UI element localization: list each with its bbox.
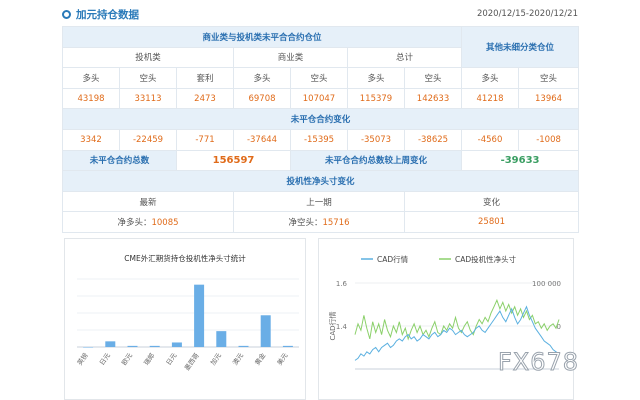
legend-label: CAD投机性净头寸 [455, 254, 517, 264]
y-left-tick: 1.4 [336, 323, 348, 331]
value-cell: 69708 [233, 87, 291, 110]
change-cell: -37644 [233, 128, 291, 151]
bar [260, 315, 271, 347]
date-range: 2020/12/15-2020/12/21 [476, 9, 578, 19]
change-cell: -15395 [290, 128, 348, 151]
net-values-row: 净多头：10085 净空头：15716 25801 [62, 211, 580, 233]
x-tick-label: 澳元 [230, 351, 245, 367]
change-cell: -4560 [461, 128, 520, 151]
x-tick-label: 美元 [275, 351, 290, 367]
change-cell: -22459 [119, 128, 177, 151]
watermark-logo: FX678 [497, 348, 580, 377]
col-header: 套利 [176, 67, 234, 89]
x-tick-label: 日元 [98, 351, 112, 367]
col-header: 空头 [119, 67, 177, 89]
net-header-row: 最新 上一期 变化 [62, 190, 580, 213]
group-speculative: 投机类 [62, 46, 234, 69]
value-cell: 33113 [119, 87, 177, 110]
y-right-tick: 100 000 [532, 280, 561, 288]
bar [282, 345, 293, 347]
value-cell: 13964 [518, 87, 580, 110]
weekly-change-label: 未平仓合约总数较上周变化 [289, 149, 463, 172]
col-header: 多头 [461, 67, 520, 89]
group-commercial: 商业类 [233, 46, 348, 69]
section-header-positions: 商业类与投机类未平合合约仓位 [61, 26, 463, 48]
bar [83, 347, 94, 348]
section-header-net: 投机性净头寸变化 [61, 170, 580, 192]
col-header: 空头 [518, 67, 580, 89]
x-tick-label: 黄金 [253, 351, 268, 367]
bar [238, 345, 249, 347]
bar [216, 331, 227, 347]
bar [194, 284, 205, 347]
y-left-tick: 1.6 [336, 280, 348, 288]
page-header: 加元持仓数据 2020/12/15-2020/12/21 [62, 4, 578, 24]
section-header-changes: 未平仓合约变化 [61, 108, 580, 130]
section-header-other: 其他未细分类仓位 [461, 25, 580, 69]
x-tick-label: 墨西哥 [183, 351, 201, 372]
net-latest-cell: 净多头：10085 [62, 211, 234, 233]
circle-icon [62, 9, 71, 19]
bar [149, 345, 160, 347]
bar [127, 345, 138, 347]
legend: CAD行情 CAD投机性净头寸 [361, 254, 517, 264]
net-header-change: 变化 [403, 190, 580, 213]
x-tick-label: 瑞郎 [142, 351, 157, 367]
x-tick-label: 加元 [208, 351, 223, 367]
y-left-label: CAD行情 [328, 311, 337, 340]
net-prev-label: 净空头： [288, 218, 323, 229]
value-cell: 41218 [461, 87, 520, 110]
x-tick-label: 日元 [165, 351, 179, 367]
net-header-previous: 上一期 [233, 190, 405, 213]
change-cell: -1008 [518, 128, 580, 151]
col-header: 多头 [347, 67, 405, 89]
value-cell: 142633 [403, 87, 463, 110]
total-value: 156597 [176, 149, 291, 172]
net-position-chart-panel: CME外汇期货持仓投机性净头寸统计 英镑 日元 欧元 瑞郎 日元 墨西哥 加元 澳元 黄金 美元 [64, 238, 306, 400]
change-cell: -35073 [347, 128, 405, 151]
group-total: 总计 [346, 46, 463, 69]
net-latest-label: 净多头： [117, 218, 152, 229]
col-header: 空头 [290, 67, 348, 89]
x-tick-label: 英镑 [75, 351, 90, 367]
bar [171, 342, 182, 347]
value-cell: 115379 [347, 87, 405, 110]
bar [105, 341, 116, 347]
legend-label: CAD行情 [377, 254, 409, 264]
change-cell: -771 [176, 128, 234, 151]
change-cell: -38625 [403, 128, 463, 151]
value-cell: 2473 [176, 87, 234, 110]
positions-table: 商业类与投机类未平合合约仓位 其他未细分类仓位 投机类 商业类 总计 多头 空头… [61, 25, 580, 233]
col-header: 多头 [233, 67, 291, 89]
values-row: 43198 33113 2473 69708 107047 115379 142… [62, 87, 580, 110]
change-cell: 3342 [62, 128, 120, 151]
net-change-value: 25801 [403, 211, 580, 233]
changes-row: 3342 -22459 -771 -37644 -15395 -35073 -3… [62, 128, 580, 151]
column-header-row: 多头 空头 套利 多头 空头 多头 空头 多头 空头 [62, 67, 580, 89]
col-header: 空头 [403, 67, 463, 89]
total-label: 未平仓合约总数 [62, 149, 177, 172]
net-prev-cell: 净空头：15716 [233, 211, 405, 233]
col-header: 多头 [62, 67, 120, 89]
weekly-change-value: -39633 [461, 149, 580, 172]
x-tick-label: 欧元 [119, 351, 134, 367]
bar-chart: 英镑 日元 欧元 瑞郎 日元 墨西哥 加元 澳元 黄金 美元 [75, 278, 299, 372]
value-cell: 107047 [290, 87, 348, 110]
totals-row: 未平仓合约总数 156597 未平仓合约总数较上周变化 -39633 [62, 149, 580, 172]
net-header-latest: 最新 [62, 190, 234, 213]
value-cell: 43198 [62, 87, 120, 110]
net-prev-value: 15716 [322, 218, 350, 229]
net-latest-value: 10085 [151, 218, 179, 229]
page-title: 加元持仓数据 [76, 8, 139, 21]
